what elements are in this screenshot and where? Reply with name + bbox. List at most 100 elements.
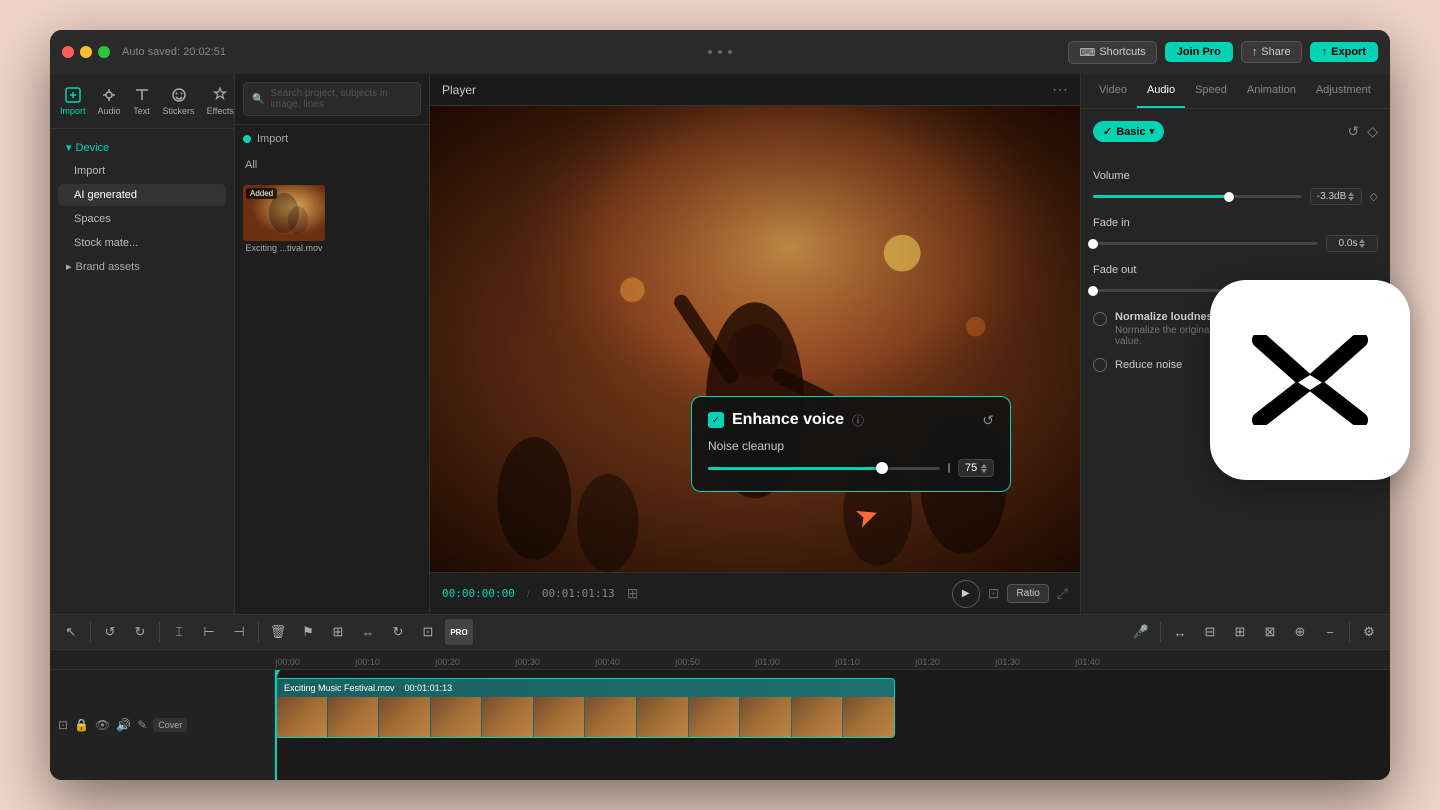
video-track: Exciting Music Festival.mov 00:01:01:13 [275,678,1390,738]
nav-stock-material[interactable]: Stock mate... [58,232,226,254]
brand-assets-header[interactable]: ▸ Brand assets [58,256,226,277]
reduce-noise-checkbox[interactable] [1093,358,1107,372]
zoom-fit-btn[interactable]: ⊟ [1197,619,1223,645]
import-button[interactable]: Import [235,125,429,153]
delete-btn[interactable]: 🗑 [265,619,291,645]
tool-stickers[interactable]: Stickers [157,82,201,120]
stepper-up[interactable] [981,464,987,468]
fade-in-thumb[interactable] [1088,239,1098,249]
split-btn[interactable]: ⌶ [166,619,192,645]
refresh-icon[interactable]: ↺ [982,412,994,429]
tab-adjustment[interactable]: Adjustment [1306,74,1381,108]
crop-btn[interactable]: ⊞ [325,619,351,645]
toolbar-sep-2 [159,622,160,642]
basic-tag[interactable]: ✓ Basic ▾ [1093,121,1164,142]
clip-frame [379,697,430,737]
transform-btn[interactable]: ⊡ [415,619,441,645]
fade-in-stepper[interactable] [1359,239,1365,248]
tl-edit-btn[interactable]: ✎ [137,718,147,732]
minus-btn[interactable]: − [1317,619,1343,645]
maximize-button[interactable] [98,46,110,58]
minimize-button[interactable] [80,46,92,58]
nav-import[interactable]: Import [58,160,226,182]
cover-label[interactable]: Cover [153,718,187,732]
fade-out-thumb[interactable] [1088,286,1098,296]
search-box[interactable]: 🔍 Search project, subjects in image, lin… [243,82,421,116]
media-grid: Added Exciting ...tival.mov [235,177,429,261]
share-button[interactable]: ↑ Share [1241,41,1302,63]
volume-diamond-icon[interactable]: ◇ [1370,190,1378,203]
redo-btn[interactable]: ↻ [127,619,153,645]
tool-import[interactable]: Import [54,82,92,120]
slider-thumb[interactable] [876,462,888,474]
video-clip[interactable]: Exciting Music Festival.mov 00:01:01:13 [275,678,895,738]
chevron-right-icon: ▸ [66,260,72,273]
enhance-checkbox[interactable]: ✓ [708,412,724,428]
player-video: ✓ Enhance voice ⓘ ↺ Noise cleanup [430,106,1080,572]
join-pro-button[interactable]: Join Pro [1165,42,1233,62]
crop-icon[interactable]: ⊡ [988,585,1000,602]
settings-btn[interactable]: ⚙ [1356,619,1382,645]
volume-thumb[interactable] [1224,192,1234,202]
ratio-button[interactable]: Ratio [1007,584,1048,603]
export-button[interactable]: ↑ Export [1310,42,1378,62]
pro-btn[interactable]: PRO [445,619,473,645]
chevron-down-small-icon: ▾ [1150,126,1155,137]
clip-frame [431,697,482,737]
media-file-name: Exciting ...tival.mov [243,243,325,253]
flip-btn[interactable]: ⇔ [355,619,381,645]
fade-in-slider[interactable] [1093,242,1318,245]
nav-ai-generated[interactable]: AI generated [58,184,226,206]
tab-audio[interactable]: Audio [1137,74,1185,108]
trim-end-btn[interactable]: ⊣ [226,619,252,645]
volume-stepper[interactable] [1348,192,1354,201]
info-icon[interactable]: ⓘ [852,412,864,429]
timeline-track-area[interactable]: Exciting Music Festival.mov 00:01:01:13 [275,670,1390,780]
zoom-extend-btn[interactable]: ↔ [1167,619,1193,645]
toolbar-right: 🎤 ↔ ⊟ ⊞ ⊠ ⊕ − ⚙ [1128,619,1382,645]
undo-icon[interactable]: ↺ [1347,123,1359,140]
player-menu-icon[interactable]: ⋯ [1052,80,1068,100]
tab-speed[interactable]: Speed [1185,74,1237,108]
ruler-marks: |00:00 |00:10 |00:20 |00:30 |00:40 |00:5… [275,657,1155,669]
noise-cleanup-slider[interactable] [708,467,940,470]
tl-fullscreen-btn[interactable]: ⊡ [58,718,68,732]
mic-btn[interactable]: 🎤 [1128,619,1154,645]
clip-frame [843,697,894,737]
rotate-btn[interactable]: ↻ [385,619,411,645]
speed-btn[interactable]: ⚑ [295,619,321,645]
shortcuts-button[interactable]: ⌨ Shortcuts [1068,41,1156,64]
tool-text[interactable]: Text [127,82,157,120]
close-button[interactable] [62,46,74,58]
noise-stepper[interactable] [981,464,987,473]
noise-value-box: 75 [958,459,994,477]
undo-btn[interactable]: ↺ [97,619,123,645]
split2-btn[interactable]: ⊠ [1257,619,1283,645]
play-button[interactable]: ▶ [952,580,980,608]
device-nav-header[interactable]: ▾ Device [58,137,226,158]
media-thumbnail[interactable]: Added Exciting ...tival.mov [243,185,325,253]
timeline-playhead[interactable] [275,670,277,780]
trim-start-btn[interactable]: ⊢ [196,619,222,645]
volume-slider[interactable] [1093,195,1302,198]
nav-spaces[interactable]: Spaces [58,208,226,230]
timeline-left-controls: ⊡ 🔒 👁 🔊 ✎ Cover [50,670,275,780]
tab-animation[interactable]: Animation [1237,74,1306,108]
right-toolbar: ↺ ◇ [1347,123,1378,140]
clip-frame [482,697,533,737]
tl-eye-btn[interactable]: 👁 [95,718,110,732]
normalize-checkbox[interactable] [1093,312,1107,326]
link-btn[interactable]: ⊕ [1287,619,1313,645]
tl-lock-btn[interactable]: 🔒 [74,718,89,732]
stepper-down[interactable] [981,469,987,473]
diamond-icon[interactable]: ◇ [1367,123,1378,140]
ruler-mark: |00:00 [275,657,355,669]
grid-icon[interactable]: ⊞ [627,585,639,602]
tab-video[interactable]: Video [1089,74,1137,108]
fullscreen-icon[interactable]: ⤢ [1057,585,1068,602]
enhance-header: ✓ Enhance voice ⓘ ↺ [708,411,994,429]
zoom-fill-btn[interactable]: ⊞ [1227,619,1253,645]
select-tool-btn[interactable]: ↖ [58,619,84,645]
tool-audio[interactable]: Audio [92,82,127,120]
tl-audio-btn[interactable]: 🔊 [116,718,131,732]
